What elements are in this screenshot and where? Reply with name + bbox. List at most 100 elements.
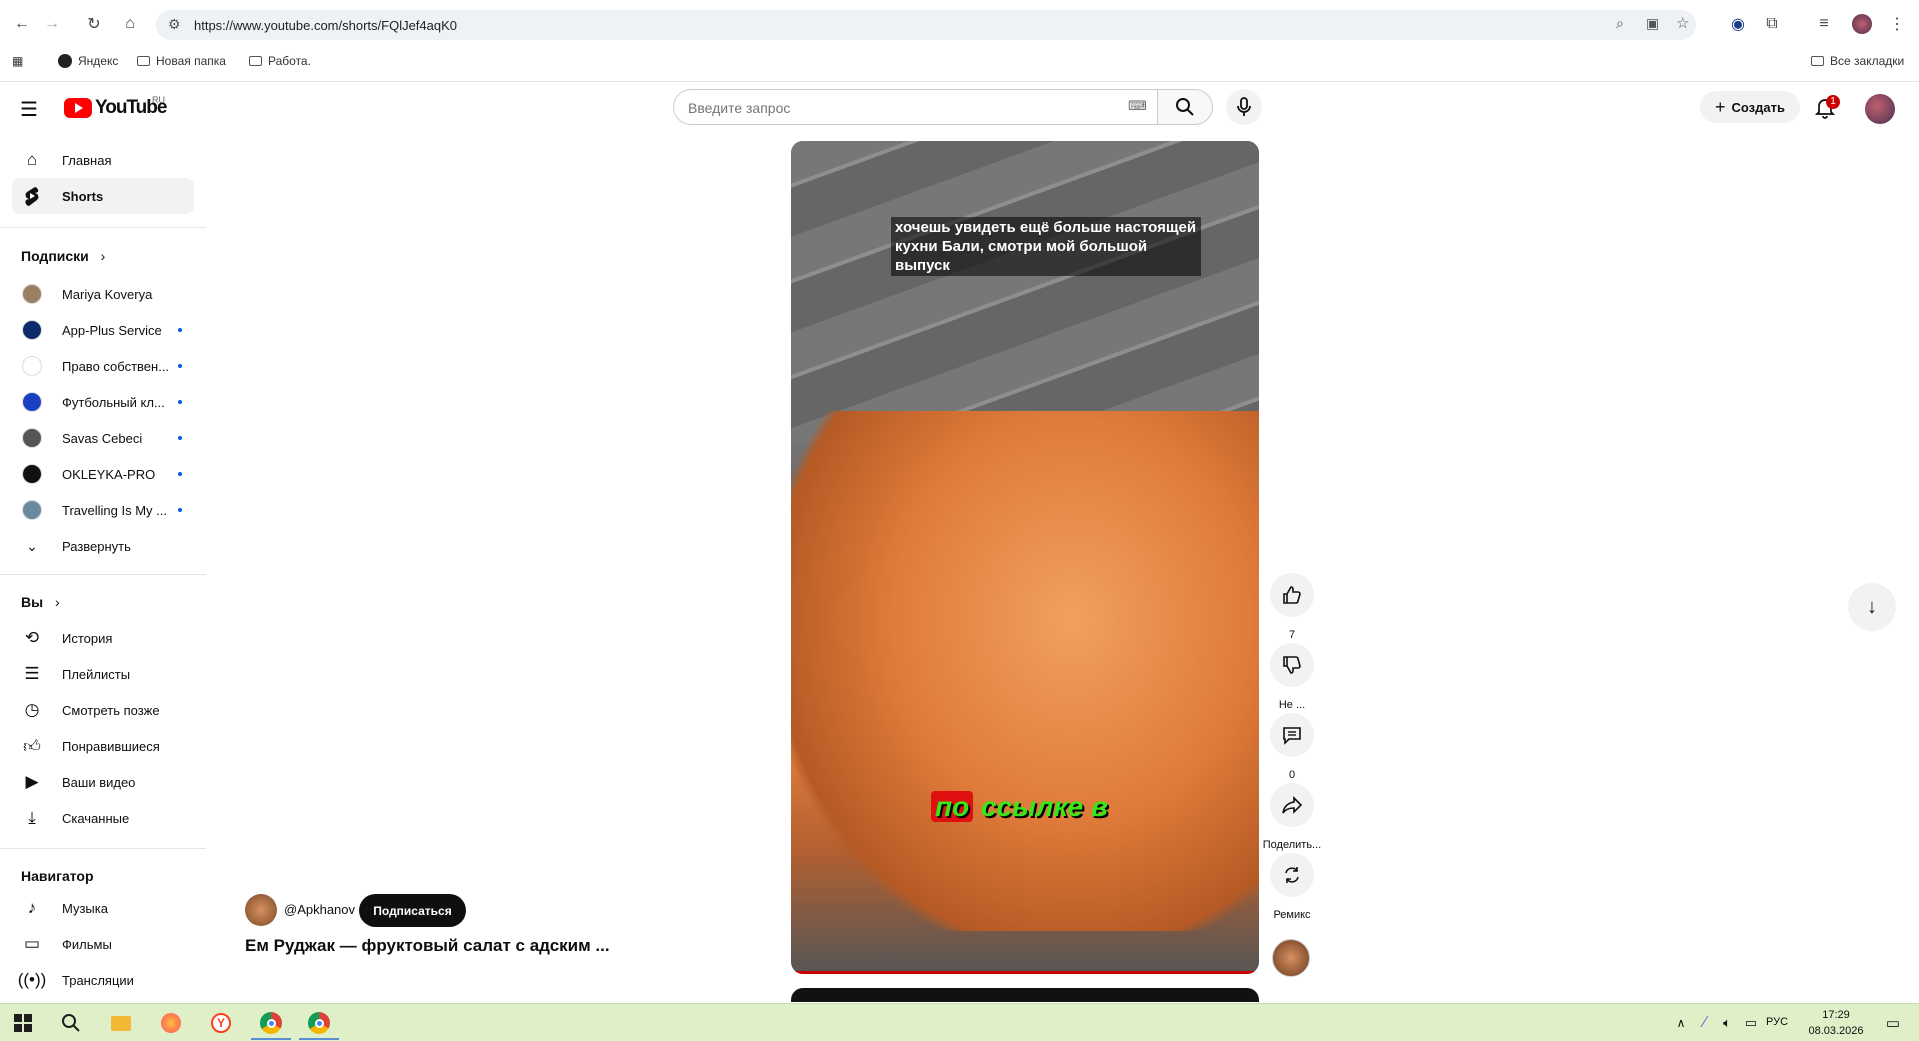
browser-profile-avatar[interactable]: [1852, 14, 1872, 34]
windows-taskbar: Y ∧ ⁄ 🔈︎ ▭ РУС 17:29 08.03.2026 ▭: [0, 1003, 1919, 1041]
search-button[interactable]: [1157, 89, 1213, 125]
bookmark-yandex[interactable]: Яндекс: [58, 54, 118, 68]
forward-icon[interactable]: →: [40, 12, 64, 36]
network-icon[interactable]: ▭: [1738, 1010, 1764, 1036]
translate-extension-icon[interactable]: ◉: [1726, 12, 1750, 36]
dislike-button[interactable]: [1270, 643, 1314, 687]
remix-icon: [1285, 867, 1299, 883]
bookmark-star-icon[interactable]: ☆: [1676, 14, 1689, 32]
sidebar-item-playlists[interactable]: ☰ Плейлисты: [12, 656, 194, 692]
sidebar-item-subscription[interactable]: App-Plus Service: [12, 312, 194, 348]
browser-menu-icon[interactable]: ⋮: [1885, 12, 1909, 36]
back-icon[interactable]: ←: [10, 12, 34, 36]
channel-avatar: [22, 428, 42, 448]
system-clock[interactable]: 17:29 08.03.2026: [1808, 1007, 1864, 1039]
comments-action[interactable]: 0: [1270, 713, 1314, 781]
short-video-player[interactable]: хочешь увидеть ещё больше настоящей кухн…: [791, 141, 1259, 974]
sidebar-item-label: Трансляции: [62, 972, 134, 988]
sidebar-item-shorts[interactable]: Shorts: [12, 178, 194, 214]
sidebar-item-watch-later[interactable]: ◷ Смотреть позже: [12, 692, 194, 728]
subscriptions-heading[interactable]: Подписки ›: [21, 248, 105, 264]
file-explorer-icon[interactable]: [108, 1010, 134, 1036]
chevron-up-icon[interactable]: ∧: [1668, 1010, 1694, 1036]
browser-chrome: ← → ↻ ⌂ ⚙ https://www.youtube.com/shorts…: [0, 0, 1919, 82]
input-language[interactable]: РУС: [1766, 1016, 1788, 1028]
start-icon[interactable]: [10, 1010, 36, 1036]
menu-icon[interactable]: ☰: [20, 97, 38, 122]
chrome-icon[interactable]: [306, 1010, 332, 1036]
share-button[interactable]: [1270, 783, 1314, 827]
divider: [0, 848, 206, 849]
thumbs-down-icon: [1283, 656, 1301, 674]
channel-thumbnail[interactable]: [1272, 939, 1310, 977]
remix-button[interactable]: [1270, 853, 1314, 897]
apps-icon[interactable]: ▦: [12, 54, 23, 68]
sidebar-item-downloads[interactable]: ⤓ Скачанные: [12, 800, 194, 836]
share-action[interactable]: Поделить...: [1263, 783, 1321, 851]
sidebar-item-movies[interactable]: ▭ Фильмы: [12, 926, 194, 962]
channel-avatar[interactable]: [245, 894, 277, 926]
home-icon: ⌂: [26, 150, 38, 169]
bookmark-work[interactable]: Работа.: [249, 54, 311, 68]
extensions-icon[interactable]: ⧉: [1760, 12, 1784, 36]
like-action[interactable]: 7: [1270, 573, 1314, 641]
sidebar-item-subscription[interactable]: Право собствен...: [12, 348, 194, 384]
create-button[interactable]: + Создать: [1700, 91, 1800, 123]
search-taskbar-icon[interactable]: [58, 1010, 84, 1036]
bookmark-label: Яндекс: [78, 54, 119, 68]
next-short-button[interactable]: ↓: [1848, 583, 1896, 631]
search-box[interactable]: ⌨: [673, 89, 1183, 125]
zoom-icon[interactable]: ⌕: [1616, 15, 1624, 32]
sidebar-item-expand[interactable]: ⌄ Развернуть: [12, 528, 194, 564]
chrome-icon[interactable]: [258, 1010, 284, 1036]
like-button[interactable]: [1270, 573, 1314, 617]
sidebar-item-label: Развернуть: [62, 538, 131, 554]
channel-avatar: [22, 284, 42, 304]
bookmark-new-folder[interactable]: Новая папка: [137, 54, 226, 68]
folder-icon: [137, 56, 150, 66]
subscribe-button[interactable]: Подписаться: [359, 894, 466, 927]
video-title[interactable]: Ем Руджак — фруктовый салат с адским ...: [245, 936, 610, 956]
shorts-icon: [20, 184, 44, 208]
youtube-play-icon: [64, 98, 92, 118]
reading-list-icon[interactable]: ≡: [1812, 12, 1836, 36]
channel-name[interactable]: @Apkhanov: [284, 902, 355, 917]
sidebar-item-home[interactable]: ⌂ Главная: [12, 142, 194, 178]
yandex-browser-icon[interactable]: Y: [208, 1010, 234, 1036]
home-browser-icon[interactable]: ⌂: [118, 12, 142, 36]
all-bookmarks[interactable]: Все закладки: [1811, 54, 1904, 68]
notification-center-icon[interactable]: ▭: [1880, 1010, 1906, 1036]
sidebar-item-subscription[interactable]: Travelling Is My ...: [12, 492, 194, 528]
sidebar-item-label: Savas Cebeci: [62, 430, 143, 446]
sidebar-item-music[interactable]: ♪ Музыка: [12, 890, 194, 926]
sidebar-item-live[interactable]: ((•)) Трансляции: [12, 962, 194, 998]
video-progress-bar[interactable]: [791, 971, 1259, 974]
music-icon: ♪: [27, 898, 37, 917]
comments-button[interactable]: [1270, 713, 1314, 757]
notification-badge: 1: [1826, 95, 1840, 109]
site-info-icon[interactable]: ⚙: [168, 16, 181, 33]
next-short-preview[interactable]: [791, 988, 1259, 1002]
sidebar-item-subscription[interactable]: Savas Cebeci: [12, 420, 194, 456]
sidebar-item-subscription[interactable]: Mariya Koverya: [12, 276, 194, 312]
bookmark-label: Новая папка: [156, 54, 226, 68]
dislike-action[interactable]: Не ...: [1270, 643, 1314, 711]
voice-search-button[interactable]: [1226, 89, 1262, 125]
sidebar-item-subscription[interactable]: OKLEYKA-PRO: [12, 456, 194, 492]
firefox-icon[interactable]: [158, 1010, 184, 1036]
address-bar[interactable]: ⚙ https://www.youtube.com/shorts/FQlJef4…: [156, 10, 1696, 40]
sidebar-item-subscription[interactable]: Футбольный кл...: [12, 384, 194, 420]
share-label: Поделить...: [1262, 839, 1322, 851]
account-avatar[interactable]: [1865, 94, 1895, 124]
install-icon[interactable]: ▣: [1646, 15, 1659, 32]
reload-icon[interactable]: ↻: [82, 12, 106, 36]
sidebar-item-liked[interactable]: 👍︎ Понравившиеся: [12, 728, 194, 764]
remix-action[interactable]: Ремикс: [1270, 853, 1314, 921]
navigator-heading: Навигатор: [21, 868, 94, 884]
you-heading[interactable]: Вы ›: [21, 594, 60, 610]
sidebar-item-your-videos[interactable]: ▶ Ваши видео: [12, 764, 194, 800]
keyboard-icon[interactable]: ⌨: [1128, 98, 1147, 114]
volume-icon[interactable]: 🔈︎: [1714, 1010, 1740, 1036]
sidebar-item-history[interactable]: ⟲ История: [12, 620, 194, 656]
search-input[interactable]: [688, 100, 1088, 116]
